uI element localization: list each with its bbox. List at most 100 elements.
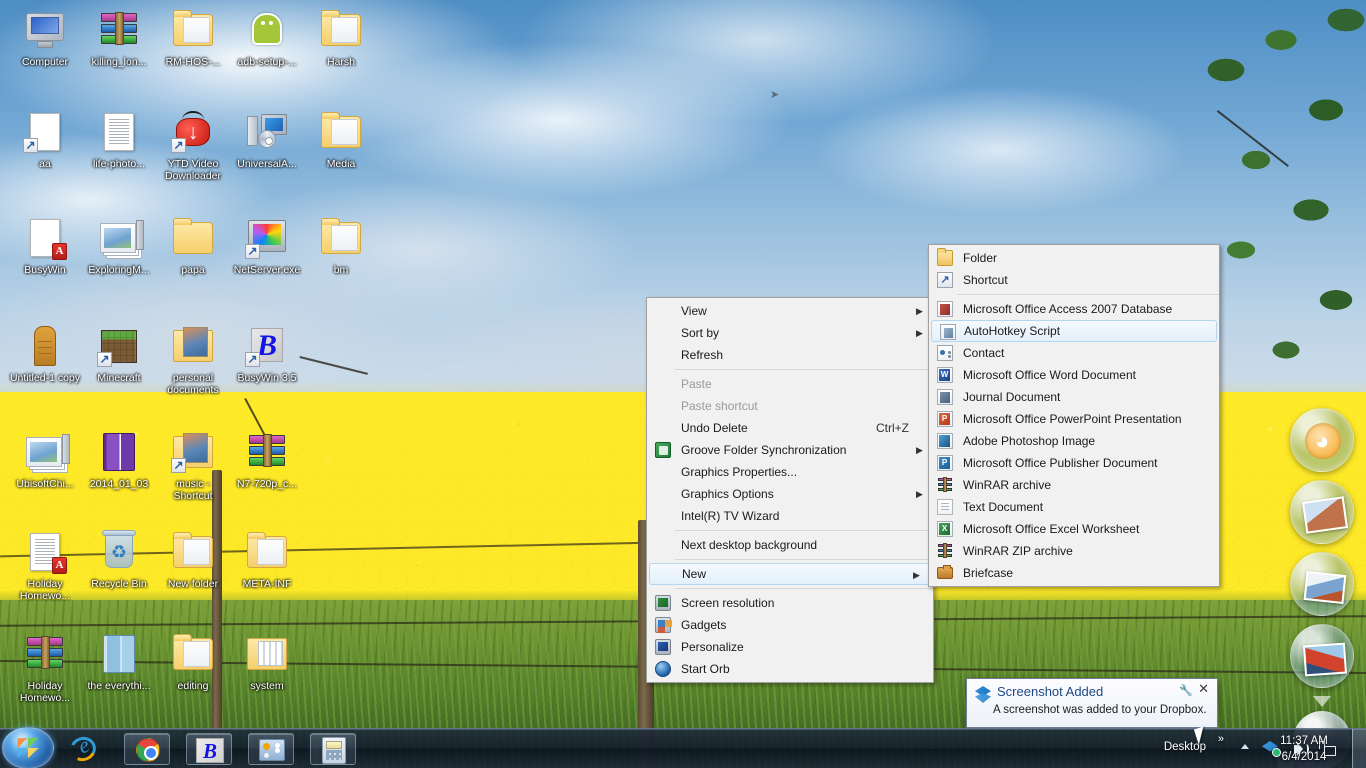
desktop-icon[interactable]: New folder	[156, 528, 230, 590]
menu-item[interactable]: Screen resolution	[647, 592, 933, 614]
start-orb-icon	[655, 661, 671, 677]
menu-item[interactable]: Journal Document	[929, 386, 1219, 408]
show-hidden-icons-chevron-up-icon[interactable]	[1241, 744, 1249, 749]
menu-item[interactable]: Folder	[929, 247, 1219, 269]
photo-folder-icon	[169, 428, 217, 476]
desktop-icon[interactable]: music - Shortcut	[156, 428, 230, 502]
menu-item-label: Paste shortcut	[681, 399, 758, 413]
desktop-icon[interactable]: META-INF	[230, 528, 304, 590]
desktop-icon[interactable]: Holiday Homewo...	[8, 630, 82, 704]
menu-item[interactable]: Undo Delete Ctrl+Z	[647, 417, 933, 439]
menu-item[interactable]: Personalize	[647, 636, 933, 658]
folder-icon	[243, 528, 291, 576]
desktop-icon[interactable]: Holiday Homewo...	[8, 528, 82, 602]
desktop-icon[interactable]: NetServer.exe	[230, 214, 304, 276]
desktop-icon[interactable]: N7-720p_c...	[230, 428, 304, 490]
desktop-icon[interactable]: system	[230, 630, 304, 692]
desktop-icon[interactable]: Minecraft	[82, 322, 156, 384]
desktop-context-menu[interactable]: View ▶ Sort by ▶ Refresh Paste Paste shortcut U…	[646, 297, 934, 683]
wrench-icon[interactable]: 🔧	[1179, 684, 1193, 697]
desktop-icon[interactable]: life-photo...	[82, 108, 156, 170]
menu-item[interactable]: Microsoft Office Excel Worksheet	[929, 518, 1219, 540]
desktop-icon[interactable]: RM-HOS-...	[156, 6, 230, 68]
taskbar-item-calculator[interactable]	[310, 733, 356, 765]
menu-item[interactable]: Shortcut	[929, 269, 1219, 291]
desktop-icon[interactable]: BusyWin	[8, 214, 82, 276]
menu-item[interactable]: Refresh	[647, 344, 933, 366]
desktop-icon-label: Untitled-1 copy	[9, 372, 81, 384]
desktop-icon-label: RM-HOS-...	[165, 56, 221, 68]
desktop-icon-grid: Computer killing_lon... RM-HOS-... adb-setu…	[0, 0, 380, 730]
menu-item[interactable]: Briefcase	[929, 562, 1219, 584]
desktop-icon[interactable]: personal documents	[156, 322, 230, 396]
desktop-icon[interactable]: Recycle Bin	[82, 528, 156, 590]
gadget-scroll-down-icon[interactable]	[1313, 696, 1331, 707]
powerpoint-icon	[937, 411, 953, 427]
desktop-icon[interactable]: YTD Video Downloader	[156, 108, 230, 182]
menu-item-label: Microsoft Office Word Document	[963, 368, 1136, 382]
desktop-icon[interactable]: BusyWin 3.5	[230, 322, 304, 384]
desktop-icon-label: the everythi...	[87, 680, 151, 692]
start-button[interactable]	[2, 727, 54, 768]
desktop-icon[interactable]: aa	[8, 108, 82, 170]
menu-item: Paste shortcut	[647, 395, 933, 417]
menu-item[interactable]: AutoHotkey Script	[931, 320, 1217, 342]
desktop-icon[interactable]: Media	[304, 108, 378, 170]
desktop-icon-label: 2014_01_03	[89, 478, 149, 490]
desktop-icon[interactable]: editing	[156, 630, 230, 692]
menu-item[interactable]: Microsoft Office Publisher Document	[929, 452, 1219, 474]
menu-item[interactable]: WinRAR archive	[929, 474, 1219, 496]
desktop-icon[interactable]: Computer	[8, 6, 82, 68]
desktop-icon[interactable]: UniversalA...	[230, 108, 304, 170]
desktop-icon[interactable]: Untitled-1 copy	[8, 322, 82, 384]
desktop-icon[interactable]: UbisoftChi...	[8, 428, 82, 490]
taskbar-item-google-chrome[interactable]	[124, 733, 170, 765]
menu-item[interactable]: View ▶	[647, 300, 933, 322]
menu-item[interactable]: Adobe Photoshop Image	[929, 430, 1219, 452]
winrar-zip-icon	[937, 543, 953, 559]
taskbar-item-internet-explorer[interactable]	[60, 733, 106, 765]
recycle-icon	[95, 528, 143, 576]
menu-item[interactable]: Sort by ▶	[647, 322, 933, 344]
menu-item[interactable]: Text Document	[929, 496, 1219, 518]
show-desktop-button[interactable]	[1352, 729, 1366, 768]
dropbox-notification[interactable]: Screenshot Added A screenshot was added …	[966, 678, 1218, 728]
new-submenu[interactable]: Folder Shortcut Microsoft Office Access 20…	[928, 244, 1220, 587]
picture-gadget-1[interactable]	[1290, 480, 1354, 544]
desktop-icon[interactable]: bm	[304, 214, 378, 276]
folder-book-icon	[317, 6, 365, 54]
taskbar[interactable]: Desktop » 11:37 AM 6/4/2014	[0, 727, 1366, 768]
menu-item[interactable]: WinRAR ZIP archive	[929, 540, 1219, 562]
desktop-icon[interactable]: ExploringM...	[82, 214, 156, 276]
menu-item[interactable]: Microsoft Office PowerPoint Presentation	[929, 408, 1219, 430]
menu-item[interactable]: Gadgets	[647, 614, 933, 636]
desktop-icon[interactable]: adb-setup-...	[230, 6, 304, 68]
menu-item[interactable]: New ▶	[649, 563, 931, 585]
feed-gadget[interactable]: ◕	[1290, 408, 1354, 472]
menu-item[interactable]: Contact	[929, 342, 1219, 364]
menu-item[interactable]: Intel(R) TV Wizard	[647, 505, 933, 527]
menu-item[interactable]: Groove Folder Synchronization ▶	[647, 439, 933, 461]
taskbar-item-control-panel[interactable]	[248, 733, 294, 765]
toolbar-overflow-chevron-icon[interactable]: »	[1218, 733, 1224, 745]
desktop-icon[interactable]: Harsh	[304, 6, 378, 68]
menu-item[interactable]: Microsoft Office Word Document	[929, 364, 1219, 386]
menu-item[interactable]: Graphics Options ▶	[647, 483, 933, 505]
desktop-icon[interactable]: 2014_01_03	[82, 428, 156, 490]
menu-item[interactable]: Microsoft Office Access 2007 Database	[929, 298, 1219, 320]
menu-item-label: Graphics Properties...	[681, 465, 798, 479]
desktop-icon[interactable]: papa	[156, 214, 230, 276]
menu-item[interactable]: Start Orb	[647, 658, 933, 680]
taskbar-item-busywin[interactable]	[186, 733, 232, 765]
picture-gadget-2[interactable]	[1290, 552, 1354, 616]
clock[interactable]: 11:37 AM 6/4/2014	[1264, 733, 1344, 765]
desktop-icon[interactable]: the everythi...	[82, 630, 156, 692]
picture-gadget-3[interactable]	[1290, 624, 1354, 688]
menu-item[interactable]: Graphics Properties...	[647, 461, 933, 483]
close-icon[interactable]: ✕	[1198, 682, 1209, 695]
clock-time: 11:37 AM	[1280, 735, 1328, 747]
autohotkey-icon	[940, 324, 956, 340]
menu-item[interactable]: Next desktop background	[647, 534, 933, 556]
desktop-icon[interactable]: killing_lon...	[82, 6, 156, 68]
menu-item-label: Microsoft Office Access 2007 Database	[963, 302, 1173, 316]
